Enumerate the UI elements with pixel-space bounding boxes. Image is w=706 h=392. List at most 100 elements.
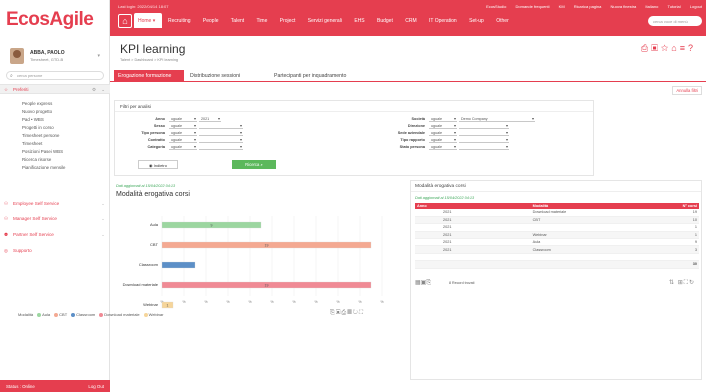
- sidebar-item[interactable]: Posizioni Pasei WBS: [22, 149, 63, 154]
- filter-operator[interactable]: uguale: [169, 137, 197, 143]
- top-link[interactable]: Logout: [690, 4, 702, 9]
- filter-value[interactable]: Demo Company: [459, 116, 535, 122]
- filter-value[interactable]: [459, 123, 509, 129]
- filter-value[interactable]: [199, 137, 243, 143]
- filter-operator[interactable]: uguale: [429, 137, 457, 143]
- sidebar-item[interactable]: Progetti in corso: [22, 125, 54, 130]
- menu-item[interactable]: Set-up: [469, 18, 484, 24]
- legend-item[interactable]: Download materiale: [104, 312, 139, 317]
- filter-value[interactable]: [199, 130, 243, 136]
- gear-icon[interactable]: ⚙: [92, 87, 96, 93]
- menu-item[interactable]: EHS: [354, 18, 364, 24]
- chevron-down-icon[interactable]: ⌄: [101, 87, 105, 93]
- fullscreen-icon[interactable]: ⛶: [359, 310, 364, 316]
- filter-operator[interactable]: uguale: [169, 144, 197, 150]
- menu-item[interactable]: Project: [280, 18, 296, 24]
- sidebar-preferiti[interactable]: ☆ Preferiti ⚙ ⌄: [0, 84, 110, 94]
- sidebar-section-employee[interactable]: ⚇ Employee Self Service ⌄: [0, 199, 110, 209]
- filter-label: Sede aziendale: [397, 131, 425, 135]
- sidebar-section-supporto[interactable]: ◎ Supporto: [0, 246, 110, 256]
- filter-operator[interactable]: uguale: [429, 116, 457, 122]
- logout-link[interactable]: Log Out: [88, 384, 104, 389]
- filter-value[interactable]: [459, 130, 509, 136]
- menu-search-input[interactable]: cerca voce di menù: [648, 16, 702, 26]
- sidebar-item[interactable]: Timesheet: [22, 141, 42, 146]
- top-link[interactable]: EcosStudio: [486, 4, 506, 9]
- favorite-icon[interactable]: ☆: [661, 43, 671, 53]
- filter-value[interactable]: [199, 123, 243, 129]
- menu-item[interactable]: People: [203, 18, 219, 24]
- filter-operator[interactable]: uguale: [169, 116, 197, 122]
- notification-icon[interactable]: ⌂: [671, 43, 679, 53]
- help-icon[interactable]: ?: [688, 43, 696, 53]
- brand-logo[interactable]: EcosAgile: [6, 9, 94, 31]
- tab-partecipanti[interactable]: Partecipanti per inquadramento: [270, 70, 370, 82]
- table-cell: Webinar: [530, 231, 644, 240]
- sidebar-section-partner[interactable]: ⚉ Partner Self Service ⌄: [0, 230, 110, 240]
- sidebar-section-manager[interactable]: ⚇ Manager Self Service ⌄: [0, 214, 110, 224]
- tab-distribuzione[interactable]: Distribuzione sessioni: [186, 70, 268, 82]
- sidebar-item[interactable]: Timesheet persone: [22, 133, 59, 138]
- sort-icon[interactable]: ⇅: [669, 280, 675, 286]
- top-link[interactable]: Domande frequenti: [516, 4, 550, 9]
- user-role: Timesheet, GTD-B: [30, 57, 64, 62]
- menu-item[interactable]: Servizi generali: [308, 18, 342, 24]
- sidebar-item[interactable]: People express: [22, 101, 52, 106]
- menu-item[interactable]: IT Operation: [429, 18, 457, 24]
- reset-filters-button[interactable]: Annulla filtri: [672, 86, 702, 95]
- breadcrumb[interactable]: Talent > Dashboard > KPI learning: [120, 58, 178, 62]
- filter-value[interactable]: [459, 144, 509, 150]
- user-card[interactable]: ABBA, PAOLO Timesheet, GTD-B ▾: [6, 48, 106, 66]
- top-link[interactable]: Italiano: [645, 4, 658, 9]
- legend-item[interactable]: Classroom: [76, 312, 95, 317]
- table-row[interactable]: 2021 CBT 10: [415, 216, 699, 225]
- menu-item[interactable]: CRM: [405, 18, 416, 24]
- home-icon[interactable]: ⌂: [118, 14, 132, 28]
- chevron-down-icon[interactable]: ▾: [97, 53, 100, 59]
- filter-operator[interactable]: uguale: [429, 144, 457, 150]
- table-row[interactable]: 2021 1: [415, 223, 699, 232]
- table-row[interactable]: 2021 Download materiale 19: [415, 209, 699, 217]
- people-search-placeholder: cerca persone: [17, 73, 43, 78]
- refresh-icon[interactable]: ↻: [689, 280, 695, 286]
- top-link[interactable]: Tutorial: [667, 4, 680, 9]
- menu-item[interactable]: Talent: [231, 18, 244, 24]
- search-button[interactable]: Ricerca ⌕: [232, 160, 276, 169]
- menu-item[interactable]: Time: [256, 18, 267, 24]
- filter-operator[interactable]: uguale: [429, 130, 457, 136]
- table-row[interactable]: [415, 253, 699, 262]
- table-row[interactable]: 30: [415, 260, 699, 269]
- list-icon[interactable]: ≡: [680, 43, 688, 53]
- sidebar-item[interactable]: Nuovo progetto: [22, 109, 52, 114]
- filter-operator[interactable]: uguale: [429, 123, 457, 129]
- menu-item[interactable]: Budget: [377, 18, 393, 24]
- tab-erogazione[interactable]: Erogazione formazione: [114, 70, 184, 82]
- table-row[interactable]: 2021 Aula 9: [415, 238, 699, 247]
- filter-operator[interactable]: uguale: [169, 123, 197, 129]
- back-button[interactable]: ◉ Indietro: [138, 160, 178, 169]
- menu-home[interactable]: Home ▾: [134, 13, 162, 28]
- sidebar-item[interactable]: Pianificazione mensile: [22, 165, 65, 170]
- pdf-icon[interactable]: ▣: [651, 43, 661, 53]
- legend-item[interactable]: Aula: [42, 312, 50, 317]
- sidebar-item[interactable]: Ricerca risorse: [22, 157, 51, 162]
- menu-item[interactable]: Other: [496, 18, 509, 24]
- top-link[interactable]: KM: [559, 4, 565, 9]
- legend-item[interactable]: CBT: [59, 312, 67, 317]
- menu-item[interactable]: Recruiting: [168, 18, 191, 24]
- table-row[interactable]: 2021 Webinar 1: [415, 231, 699, 240]
- filter-value[interactable]: 2021: [199, 116, 221, 122]
- sidebar-item[interactable]: Pad • WBS: [22, 117, 44, 122]
- filter-value[interactable]: [459, 137, 509, 143]
- filter-label: Categoria: [147, 145, 165, 149]
- legend-item[interactable]: Webinar: [149, 312, 164, 317]
- print-icon[interactable]: ⎙: [641, 43, 651, 53]
- table-row[interactable]: 2021 Classroom 3: [415, 245, 699, 254]
- csv-icon[interactable]: ⎘: [426, 280, 431, 286]
- filter-operator[interactable]: uguale: [169, 130, 197, 136]
- chart-toolbar: ⎘▣⎙▦↻⛶: [330, 310, 364, 317]
- top-link[interactable]: Ricarica pagina: [574, 4, 602, 9]
- people-search-input[interactable]: ⌕ cerca persone: [6, 71, 104, 80]
- filter-value[interactable]: [199, 144, 243, 150]
- top-link[interactable]: Nuova finestra: [610, 4, 636, 9]
